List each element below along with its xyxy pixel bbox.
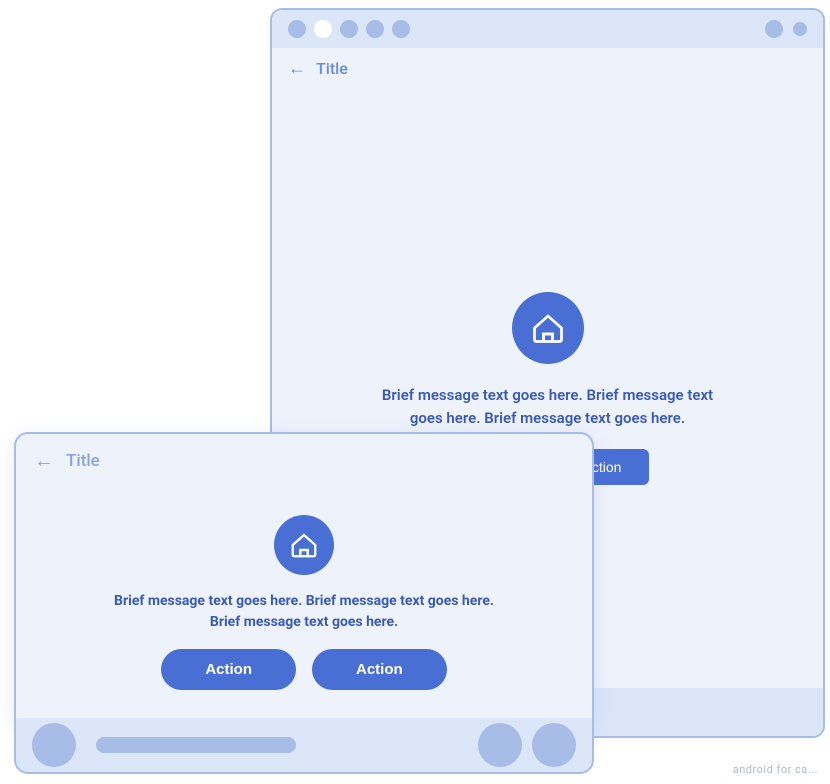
front-panel-actions: Action Action <box>161 649 446 690</box>
nav-dot-right-2 <box>532 723 576 767</box>
front-home-icon <box>289 530 319 560</box>
front-panel-title: Title <box>66 451 100 471</box>
front-panel-toolbar: ← Title <box>16 434 592 481</box>
front-panel-message: Brief message text goes here. Brief mess… <box>104 591 504 633</box>
front-home-icon-container <box>274 515 334 575</box>
nav-dot-left <box>32 723 76 767</box>
back-panel-message: Brief message text goes here. Brief mess… <box>378 384 718 429</box>
front-panel-nav-bar <box>14 718 594 774</box>
home-icon-container <box>512 292 584 364</box>
home-icon <box>530 310 566 346</box>
front-panel-content: Brief message text goes here. Brief mess… <box>16 481 592 730</box>
status-dots-right <box>765 20 807 38</box>
status-dot-4 <box>366 20 384 38</box>
front-screen: ← Title Brief message text goes here. Br… <box>14 432 594 732</box>
status-dot-1 <box>288 20 306 38</box>
status-dot-2 <box>314 20 332 38</box>
nav-dot-right-1 <box>478 723 522 767</box>
status-dot-right-2 <box>793 22 807 36</box>
back-panel-title: Title <box>316 59 348 78</box>
back-panel-toolbar: ← Title <box>272 48 823 89</box>
status-dot-right-1 <box>765 20 783 38</box>
nav-pill <box>96 737 296 753</box>
status-dots-left <box>288 20 410 38</box>
status-bar <box>272 10 823 48</box>
watermark: android for ca... <box>733 763 818 776</box>
front-panel-action1-button[interactable]: Action <box>161 649 296 690</box>
status-dot-5 <box>392 20 410 38</box>
back-arrow-icon[interactable]: ← <box>288 58 306 79</box>
nav-dots-right <box>478 723 576 767</box>
status-dot-3 <box>340 20 358 38</box>
front-panel-action2-button[interactable]: Action <box>312 649 447 690</box>
front-back-arrow-icon[interactable]: ← <box>34 448 54 473</box>
